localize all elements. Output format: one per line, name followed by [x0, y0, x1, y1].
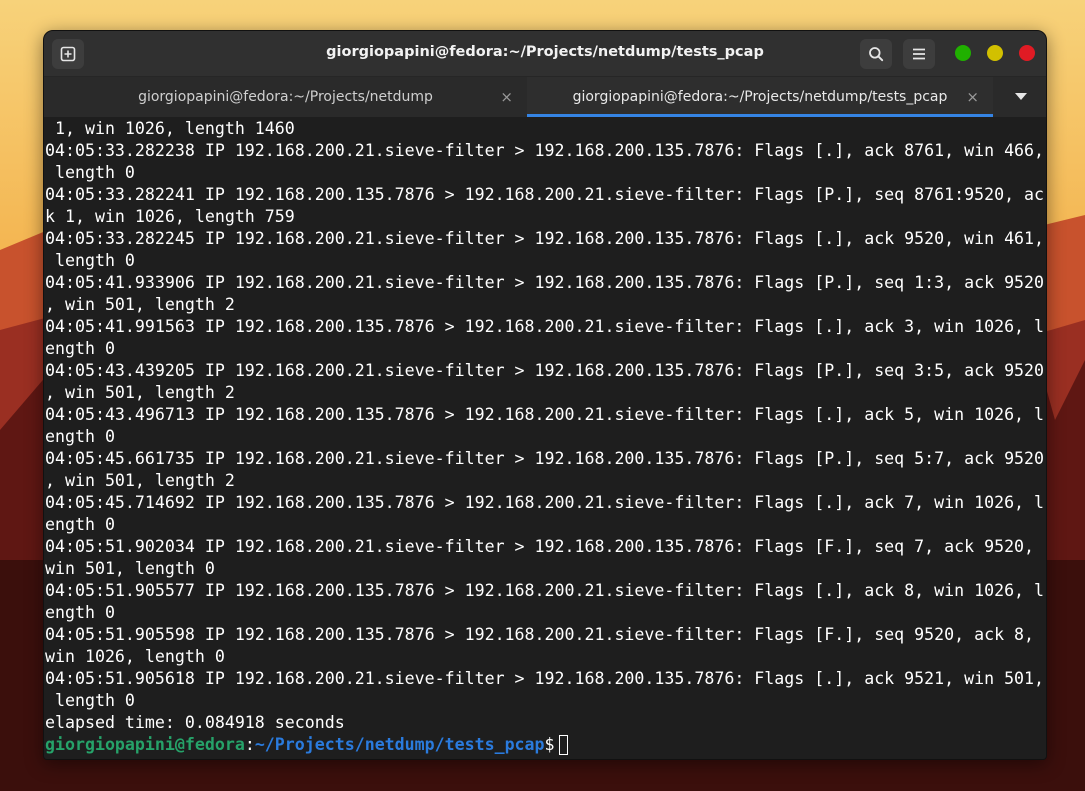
- terminal-line: 04:05:51.905598 IP 192.168.200.135.7876 …: [45, 625, 1035, 644]
- terminal-line: 04:05:51.905577 IP 192.168.200.135.7876 …: [45, 581, 1045, 600]
- hamburger-menu-icon: [913, 48, 925, 60]
- headerbar: giorgiopapini@fedora:~/Projects/netdump/…: [44, 31, 1046, 77]
- terminal-line: 04:05:45.714692 IP 192.168.200.135.7876 …: [45, 493, 1045, 512]
- terminal-line: length 0: [45, 691, 135, 710]
- terminal-line: length 0: [45, 163, 135, 182]
- terminal-line: 04:05:43.439205 IP 192.168.200.21.sieve-…: [45, 361, 1045, 380]
- close-window-button[interactable]: [1019, 45, 1035, 61]
- terminal-output[interactable]: 1, win 1026, length 1460 04:05:33.282238…: [44, 118, 1046, 759]
- terminal-line: ength 0: [45, 515, 115, 534]
- tab-label: giorgiopapini@fedora:~/Projects/netdump/…: [572, 89, 948, 105]
- window-title: giorgiopapini@fedora:~/Projects/netdump/…: [326, 44, 764, 60]
- search-icon: [869, 47, 884, 62]
- terminal-window: giorgiopapini@fedora:~/Projects/netdump/…: [43, 30, 1047, 760]
- terminal-line: 04:05:33.282238 IP 192.168.200.21.sieve-…: [45, 141, 1045, 160]
- minimize-button[interactable]: [955, 45, 971, 61]
- tab-overflow-button[interactable]: [996, 77, 1046, 117]
- terminal-line: ength 0: [45, 339, 115, 358]
- terminal-cursor: [558, 735, 568, 755]
- terminal-line: 04:05:41.933906 IP 192.168.200.21.sieve-…: [45, 273, 1045, 292]
- prompt-symbol: $: [544, 735, 555, 754]
- tab-tests-pcap[interactable]: giorgiopapini@fedora:~/Projects/netdump/…: [527, 77, 993, 117]
- prompt-user-host: giorgiopapini@fedora: [45, 735, 245, 754]
- tab-close-icon[interactable]: ×: [500, 88, 513, 106]
- terminal-line: k 1, win 1026, length 759: [45, 207, 295, 226]
- chevron-down-icon: [1015, 93, 1027, 100]
- new-tab-icon: [60, 46, 76, 62]
- tab-label: giorgiopapini@fedora:~/Projects/netdump: [138, 89, 433, 105]
- tab-close-icon[interactable]: ×: [966, 88, 979, 106]
- terminal-line: 04:05:51.902034 IP 192.168.200.21.sieve-…: [45, 537, 1035, 556]
- terminal-line: , win 501, length 2: [45, 471, 235, 490]
- prompt-separator: :: [244, 735, 255, 754]
- terminal-line: length 0: [45, 251, 135, 270]
- terminal-line: win 501, length 0: [45, 559, 215, 578]
- terminal-text: 1, win 1026, length 1460 04:05:33.282238…: [44, 118, 1046, 756]
- new-tab-button[interactable]: [52, 39, 84, 69]
- terminal-line: , win 501, length 2: [45, 383, 235, 402]
- terminal-line: 04:05:33.282245 IP 192.168.200.21.sieve-…: [45, 229, 1045, 248]
- main-menu-button[interactable]: [903, 39, 935, 69]
- tab-netdump[interactable]: giorgiopapini@fedora:~/Projects/netdump …: [44, 77, 527, 117]
- terminal-line: 04:05:41.991563 IP 192.168.200.135.7876 …: [45, 317, 1045, 336]
- terminal-line: ength 0: [45, 603, 115, 622]
- search-button[interactable]: [860, 39, 892, 69]
- terminal-line: 04:05:51.905618 IP 192.168.200.21.sieve-…: [45, 669, 1045, 688]
- terminal-line: 04:05:45.661735 IP 192.168.200.21.sieve-…: [45, 449, 1045, 468]
- terminal-line: ength 0: [45, 427, 115, 446]
- terminal-line: , win 501, length 2: [45, 295, 235, 314]
- terminal-line: 1, win 1026, length 1460: [45, 119, 295, 138]
- prompt-path: ~/Projects/netdump/tests_pcap: [254, 735, 545, 754]
- terminal-line: 04:05:43.496713 IP 192.168.200.135.7876 …: [45, 405, 1045, 424]
- terminal-line: 04:05:33.282241 IP 192.168.200.135.7876 …: [45, 185, 1045, 204]
- terminal-line: elapsed time: 0.084918 seconds: [45, 713, 345, 732]
- maximize-button[interactable]: [987, 45, 1003, 61]
- tab-bar: giorgiopapini@fedora:~/Projects/netdump …: [44, 77, 1046, 117]
- terminal-line: win 1026, length 0: [45, 647, 225, 666]
